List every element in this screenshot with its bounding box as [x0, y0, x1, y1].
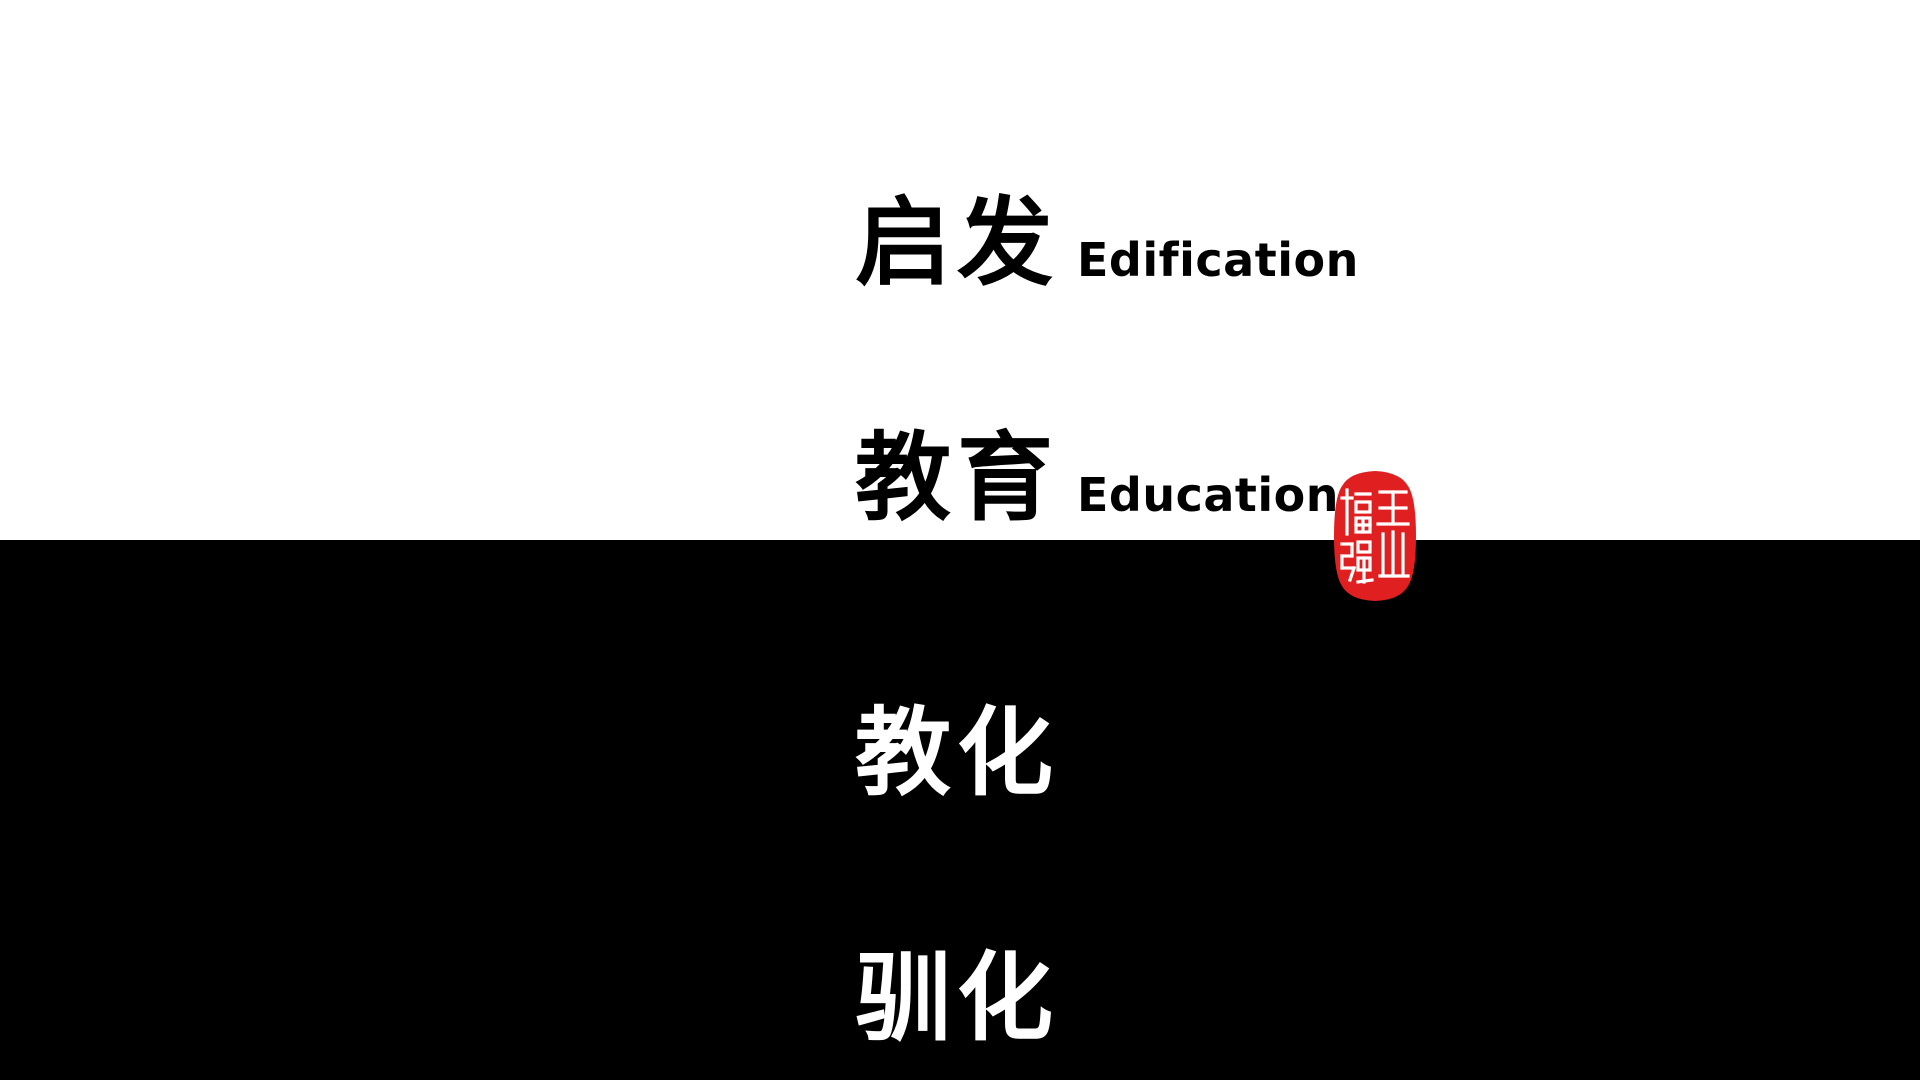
slide: 启发 Edification 教育 Education 教化 驯化: [0, 0, 1920, 1080]
term-xunhua: 驯化: [855, 950, 1059, 1046]
term-edification: 启发 Edification: [855, 195, 1359, 291]
term-chinese-jiaohua: 教化: [855, 696, 1059, 809]
term-chinese-xunhua: 驯化: [855, 941, 1059, 1054]
term-chinese-jiaoyu: 教育: [855, 421, 1059, 534]
term-education: 教育 Education: [855, 430, 1339, 526]
red-seal-stamp-icon: [1334, 471, 1416, 601]
term-english-edification: Edification: [1077, 233, 1359, 287]
term-chinese-qifa: 启发: [855, 186, 1059, 299]
term-english-education: Education: [1077, 468, 1340, 522]
term-jiaohua: 教化: [855, 705, 1059, 801]
